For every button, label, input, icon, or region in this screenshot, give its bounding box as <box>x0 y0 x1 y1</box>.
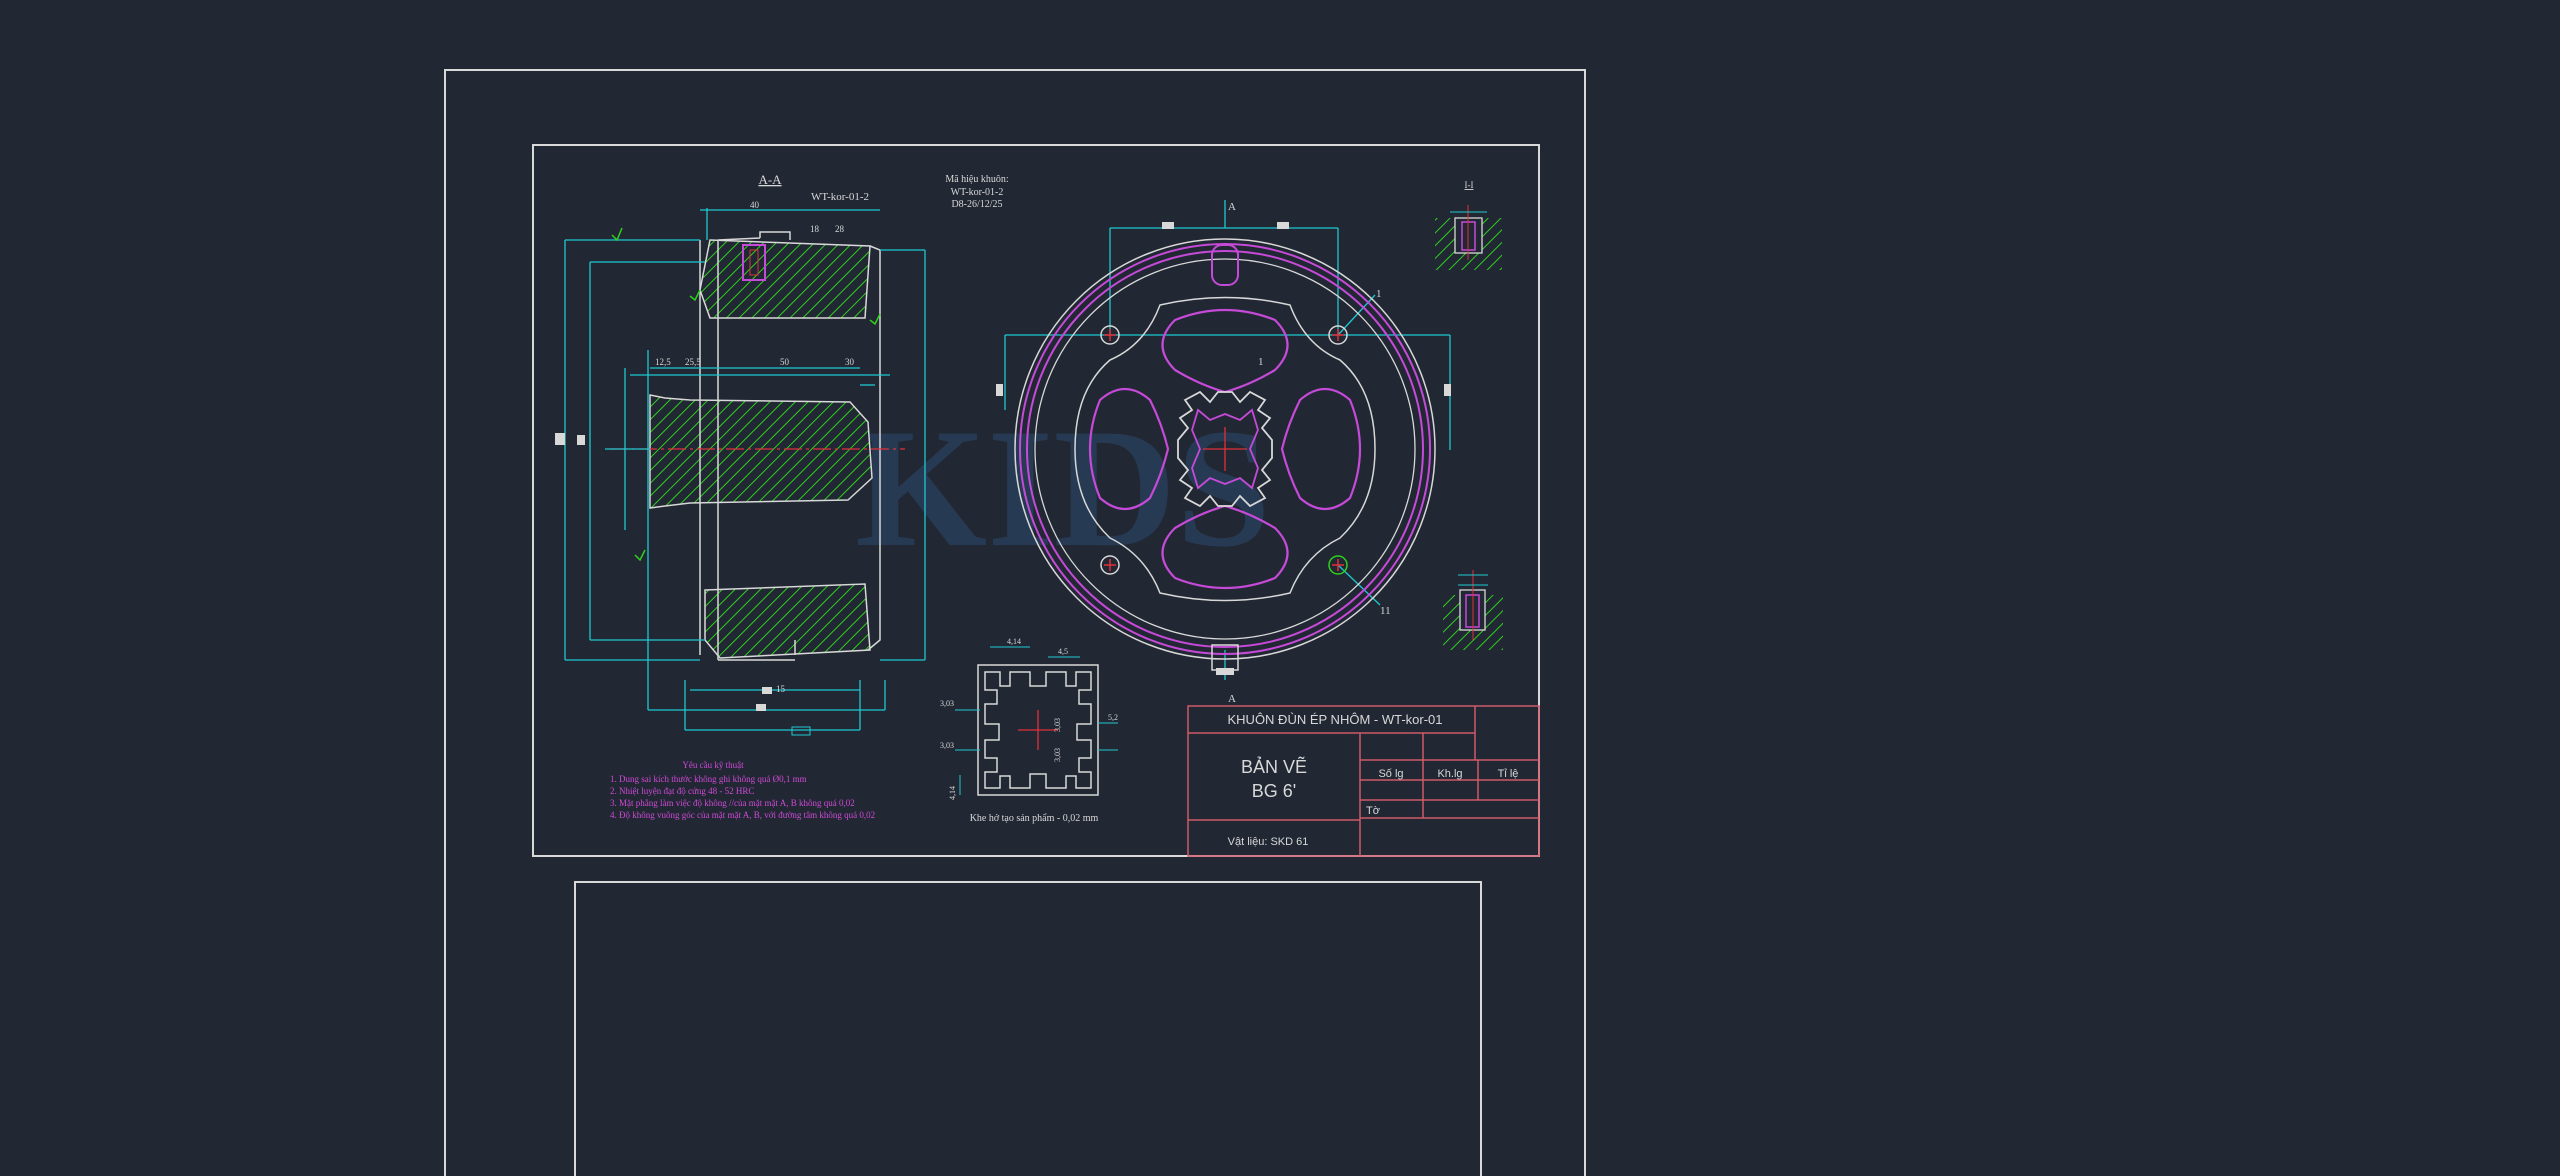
titleblock-bg: BG 6' <box>1252 781 1296 801</box>
svg-text:12,5: 12,5 <box>655 357 671 367</box>
titleblock-vat-lieu: Vật liệu: SKD 61 <box>1228 836 1309 848</box>
die-info: Mã hiệu khuôn: WT-kor-01-2 D8-26/12/25 <box>945 174 1008 210</box>
hub-hatch <box>649 394 873 509</box>
svg-text:3,03: 3,03 <box>940 741 954 750</box>
outer-sheet-border <box>444 69 1586 1176</box>
svg-text:2. Nhiệt luyện đạt độ cứng 48: 2. Nhiệt luyện đạt độ cứng 48 - 52 HRC <box>610 786 754 796</box>
cad-canvas[interactable]: KIDS A-A WT-kor-01-2 40 28 18 50 30 15 1… <box>0 0 2560 1176</box>
notes-title: Yêu cầu kỹ thuật <box>682 760 744 770</box>
svg-text:1: 1 <box>1258 356 1264 368</box>
svg-text:50: 50 <box>780 357 790 367</box>
titleblock-so-luong: Số lg <box>1378 768 1403 780</box>
section-view: A-A WT-kor-01-2 40 28 18 50 30 15 12,5 2… <box>555 172 926 736</box>
svg-text:A: A <box>1228 693 1236 705</box>
lower-hatch <box>704 583 871 659</box>
titleblock-khoi-luong: Kh.lg <box>1437 768 1462 780</box>
svg-text:18: 18 <box>810 224 820 234</box>
svg-text:3,03: 3,03 <box>940 699 954 708</box>
svg-text:5,2: 5,2 <box>1108 713 1118 722</box>
svg-text:4,14: 4,14 <box>1007 637 1021 646</box>
svg-text:4,5: 4,5 <box>1058 647 1068 656</box>
svg-text:3. Mặt phẳng làm việc độ không: 3. Mặt phẳng làm việc độ không //của mặt… <box>610 798 855 808</box>
profile-caption: Khe hở tạo sản phẩm - 0,02 mm <box>970 813 1099 824</box>
detail-view-bottom <box>1443 570 1503 650</box>
svg-text:WT-kor-01-2: WT-kor-01-2 <box>951 187 1004 198</box>
svg-text:Mã hiệu khuôn:: Mã hiệu khuôn: <box>945 174 1008 185</box>
watermark: KIDS <box>855 394 1271 582</box>
svg-text:D8-26/12/25: D8-26/12/25 <box>951 199 1002 210</box>
svg-text:4. Độ không vuông góc của mặt: 4. Độ không vuông góc của mặt mặt A, B, … <box>610 810 875 820</box>
second-sheet-frame <box>574 881 1482 1176</box>
svg-text:3,03: 3,03 <box>1053 718 1062 732</box>
svg-text:25,5: 25,5 <box>685 357 701 367</box>
titleblock-title: KHUÔN ĐÙN ÉP NHÔM - WT-kor-01 <box>1228 712 1443 727</box>
section-title: A-A <box>758 172 782 187</box>
svg-text:3,03: 3,03 <box>1053 748 1062 762</box>
titleblock-to: Tờ <box>1366 805 1380 817</box>
svg-text:40: 40 <box>750 200 760 210</box>
title-block: KHUÔN ĐÙN ÉP NHÔM - WT-kor-01 BẢN VẼ BG … <box>1187 705 1540 857</box>
titleblock-ti-le: Tỉ lệ <box>1498 768 1519 780</box>
svg-text:1. Dung sai kích thước không g: 1. Dung sai kích thước không ghi không q… <box>610 774 807 784</box>
svg-text:28: 28 <box>835 224 845 234</box>
svg-text:1: 1 <box>1376 288 1382 300</box>
svg-text:4,14: 4,14 <box>948 786 957 800</box>
detail-view-top: I-I <box>1435 180 1502 270</box>
technical-notes: Yêu cầu kỹ thuật 1. Dung sai kích thước … <box>610 760 875 820</box>
svg-text:A: A <box>1228 201 1236 213</box>
svg-text:30: 30 <box>845 357 855 367</box>
profile-detail: 4,14 4,5 3,03 3,03 3,03 3,03 5,2 4,14 Kh… <box>940 637 1118 824</box>
titleblock-ban-ve: BẢN VẼ <box>1241 756 1307 777</box>
svg-text:11: 11 <box>1380 605 1391 617</box>
svg-text:I-I: I-I <box>1465 180 1474 190</box>
upper-hatch <box>699 239 871 319</box>
die-code-label: WT-kor-01-2 <box>811 191 869 203</box>
svg-text:15: 15 <box>776 684 786 694</box>
